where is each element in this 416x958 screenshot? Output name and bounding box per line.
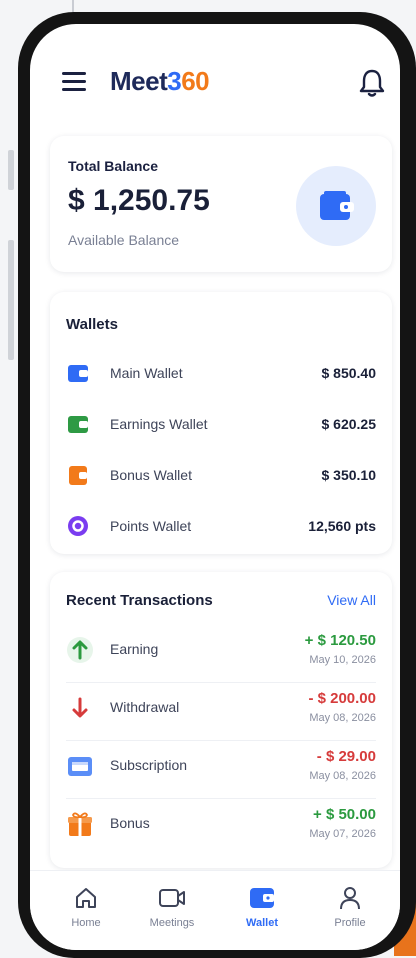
brand-part-1: Meet	[110, 66, 168, 96]
top-bar: Meet360	[30, 24, 400, 116]
view-all-link[interactable]: View All	[327, 592, 376, 608]
wallet-row-main[interactable]: Main Wallet $ 850.40	[66, 358, 376, 388]
brand-part-2: 3	[167, 66, 182, 96]
wallet-amount: $ 350.10	[321, 467, 377, 483]
wallets-card: Wallets Main Wallet $ 850.40 Earnings Wa…	[50, 292, 392, 554]
transaction-amount: + $ 120.50	[304, 632, 376, 649]
home-icon	[76, 888, 96, 908]
nav-label: Home	[71, 917, 101, 929]
wallet-amount: $ 620.25	[321, 416, 377, 432]
wallet-row-bonus[interactable]: Bonus Wallet $ 350.10	[66, 460, 376, 490]
transaction-row-subscription[interactable]: Subscription - $ 29.00 May 08, 2026	[66, 744, 376, 788]
wallet-amount: $ 850.40	[321, 365, 377, 381]
transaction-row-earning[interactable]: Earning + $ 120.50 May 10, 2026	[66, 628, 376, 672]
wallet-name: Main Wallet	[110, 365, 183, 381]
arrow-down-icon	[66, 694, 94, 722]
nav-item-profile[interactable]: Profile	[312, 885, 388, 929]
divider	[66, 682, 376, 683]
transaction-date: May 08, 2026	[309, 712, 376, 724]
total-balance-value: $ 1,250.75	[68, 184, 210, 217]
points-icon	[66, 514, 90, 538]
wallets-title: Wallets	[66, 316, 118, 333]
available-balance-label: Available Balance	[68, 232, 180, 248]
nav-item-home[interactable]: Home	[48, 885, 124, 929]
nav-label: Meetings	[149, 917, 195, 929]
transaction-row-withdrawal[interactable]: Withdrawal - $ 200.00 May 08, 2026	[66, 686, 376, 730]
video-icon	[159, 889, 185, 907]
wallet-name: Earnings Wallet	[110, 416, 208, 432]
wallet-name: Points Wallet	[110, 518, 192, 534]
arrow-up-icon	[66, 636, 94, 664]
wallet-name: Bonus Wallet	[110, 467, 192, 483]
background-edge	[8, 240, 14, 360]
wallet-row-earnings[interactable]: Earnings Wallet $ 620.25	[66, 409, 376, 439]
wallet-icon	[66, 361, 90, 385]
app-logo: Meet360	[110, 66, 210, 97]
wallet-icon	[250, 888, 274, 908]
wallet-icon	[320, 191, 354, 220]
balance-wallet-badge	[296, 166, 376, 246]
recent-transactions-title: Recent Transactions	[66, 592, 213, 609]
transaction-amount: - $ 29.00	[316, 748, 376, 765]
nav-item-wallet[interactable]: Wallet	[224, 885, 300, 929]
recent-transactions-card: Recent Transactions View All Earning + $…	[50, 572, 392, 868]
total-balance-card: Total Balance $ 1,250.75 Available Balan…	[50, 136, 392, 272]
divider	[66, 798, 376, 799]
wallet-amount: 12,560 pts	[308, 518, 376, 534]
phone-frame: Meet360 Total Balance $ 1,250.75 Availab…	[18, 12, 416, 958]
transaction-name: Earning	[110, 641, 159, 657]
profile-icon	[340, 887, 360, 910]
transaction-date: May 08, 2026	[309, 770, 376, 782]
brand-part-3: 60	[181, 66, 210, 96]
divider	[66, 740, 376, 741]
background-edge	[8, 150, 14, 190]
transaction-amount: + $ 50.00	[313, 806, 376, 823]
transaction-name: Withdrawal	[110, 699, 180, 715]
transaction-name: Bonus	[110, 815, 150, 831]
bottom-navigation: Home Meetings Wallet Profile	[30, 870, 400, 950]
nav-item-meetings[interactable]: Meetings	[134, 885, 210, 929]
transaction-date: May 07, 2026	[309, 828, 376, 840]
gift-icon	[66, 810, 94, 838]
app-screen: Meet360 Total Balance $ 1,250.75 Availab…	[30, 24, 400, 950]
transaction-amount: - $ 200.00	[308, 690, 376, 707]
card-icon	[66, 752, 94, 780]
transaction-date: May 10, 2026	[309, 654, 376, 666]
hamburger-menu-icon[interactable]	[62, 72, 86, 92]
wallet-icon	[66, 412, 90, 436]
nav-label: Wallet	[246, 917, 278, 929]
nav-label: Profile	[334, 917, 366, 929]
bell-icon[interactable]	[358, 68, 386, 98]
wallet-icon	[66, 463, 90, 487]
transaction-name: Subscription	[110, 757, 188, 773]
wallet-row-points[interactable]: Points Wallet 12,560 pts	[66, 511, 376, 541]
transaction-row-bonus[interactable]: Bonus + $ 50.00 May 07, 2026	[66, 802, 376, 846]
total-balance-label: Total Balance	[68, 158, 158, 174]
